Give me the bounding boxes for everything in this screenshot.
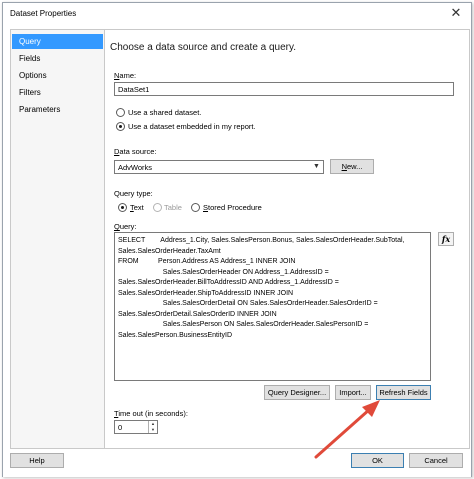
panel-heading: Choose a data source and create a query.: [110, 42, 297, 53]
cancel-button[interactable]: Cancel: [409, 453, 463, 468]
query-type-text-label: Text: [130, 203, 144, 212]
query-type-table-label: Table: [164, 203, 182, 212]
title-bar: Dataset Properties ✕: [3, 3, 471, 25]
query-type-label: Query type:: [114, 189, 153, 198]
datasource-dropdown[interactable]: AdvWorks ▼: [114, 160, 324, 174]
help-button[interactable]: Help: [10, 453, 64, 468]
embedded-dataset-radio[interactable]: [116, 122, 125, 131]
timeout-value: 0: [118, 423, 123, 432]
query-type-text-radio[interactable]: [118, 203, 127, 212]
expression-fx-button[interactable]: fx: [438, 232, 454, 246]
query-type-stored-procedure-label: Stored Procedure: [203, 203, 262, 212]
query-label: Query:: [114, 222, 137, 231]
query-type-table-radio: [153, 203, 162, 212]
new-datasource-button[interactable]: New...: [330, 159, 374, 174]
timeout-label: Time out (in seconds):: [114, 409, 188, 418]
name-field[interactable]: DataSet1: [114, 82, 454, 96]
shared-dataset-label: Use a shared dataset.: [128, 108, 202, 117]
embedded-dataset-label: Use a dataset embedded in my report.: [128, 122, 256, 131]
sidebar-item-fields[interactable]: Fields: [12, 51, 103, 66]
name-label: Name:: [114, 71, 137, 80]
query-text-area[interactable]: SELECT Address_1.City, Sales.SalesPerson…: [114, 232, 431, 381]
sidebar-item-options[interactable]: Options: [12, 68, 103, 83]
spin-arrows-icon[interactable]: ▲ ▼: [148, 421, 157, 433]
sidebar-item-filters[interactable]: Filters: [12, 85, 103, 100]
ok-button[interactable]: OK: [351, 453, 404, 468]
shared-dataset-radio[interactable]: [116, 108, 125, 117]
sidebar: Query Fields Options Filters Parameters: [10, 29, 105, 449]
datasource-value: AdvWorks: [118, 163, 153, 172]
window-title: Dataset Properties: [10, 9, 77, 18]
sidebar-item-parameters[interactable]: Parameters: [12, 102, 103, 117]
query-type-stored-procedure-radio[interactable]: [191, 203, 200, 212]
sidebar-item-query[interactable]: Query: [12, 34, 103, 49]
datasource-label: Data source:: [114, 147, 157, 156]
timeout-spinner[interactable]: 0 ▲ ▼: [114, 420, 158, 434]
chevron-down-icon: ▼: [313, 163, 320, 170]
close-icon[interactable]: ✕: [447, 5, 465, 21]
